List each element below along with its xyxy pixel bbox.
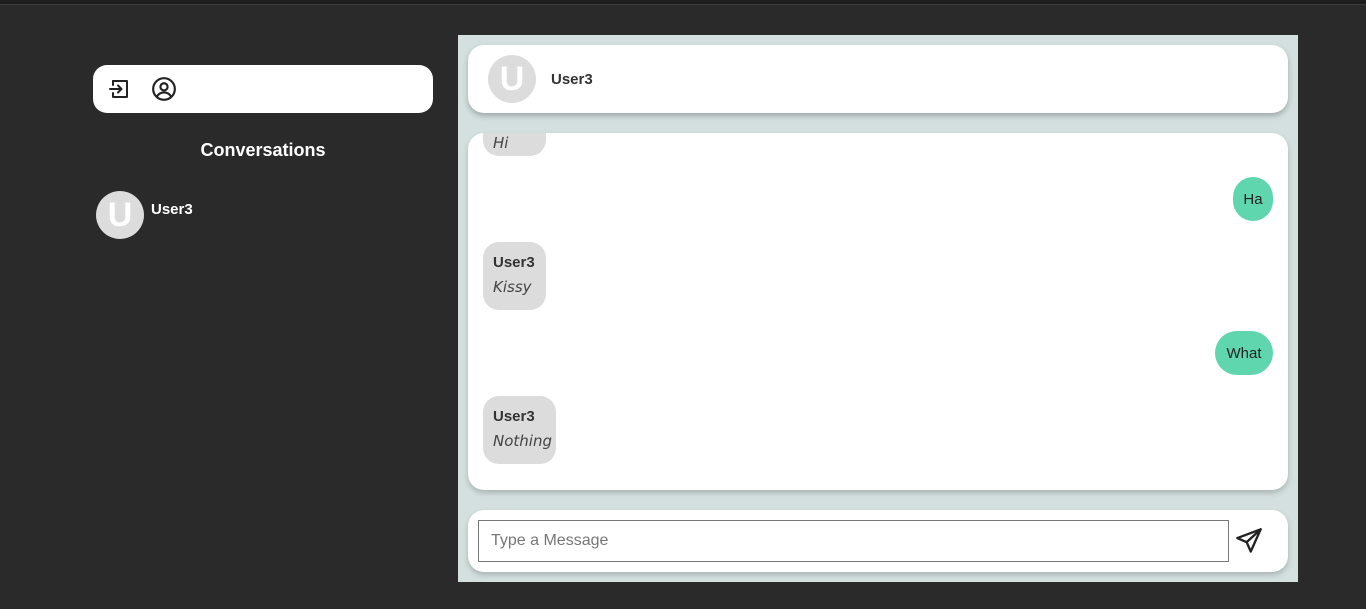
message-incoming: User3 Kissy [483, 242, 546, 310]
logout-button[interactable] [107, 76, 133, 102]
message-outgoing: Ha [1233, 177, 1273, 221]
message-composer [468, 510, 1288, 572]
sidebar-toolbar [93, 65, 433, 113]
message-text: Nothing [493, 432, 552, 450]
message-incoming: User3 Nothing [483, 396, 556, 464]
conversation-item[interactable]: U User3 [96, 191, 426, 239]
avatar: U [96, 191, 144, 239]
chat-panel: U User3 Hi Ha User3 Kissy What User3 Not… [458, 35, 1298, 582]
conversations-heading: Conversations [200, 140, 326, 160]
message-input[interactable] [478, 520, 1229, 562]
message-sender: User3 [493, 408, 535, 425]
message-list[interactable]: Hi Ha User3 Kissy What User3 Nothing [468, 133, 1288, 490]
conversation-name: User3 [151, 201, 193, 218]
message-text: Kissy [493, 278, 532, 296]
chat-partner-name: User3 [551, 70, 593, 88]
window-top-bar [0, 0, 1366, 5]
send-button[interactable] [1234, 526, 1264, 556]
logout-icon [109, 80, 128, 98]
message-incoming: Hi [483, 133, 546, 156]
message-sender: User3 [493, 254, 535, 271]
message-text: Hi [493, 134, 509, 152]
chat-header: U User3 [468, 45, 1288, 113]
avatar: U [488, 55, 536, 103]
send-icon [1236, 528, 1262, 553]
user-circle-icon [152, 77, 176, 101]
profile-button[interactable] [151, 76, 177, 102]
message-outgoing: What [1215, 331, 1273, 375]
